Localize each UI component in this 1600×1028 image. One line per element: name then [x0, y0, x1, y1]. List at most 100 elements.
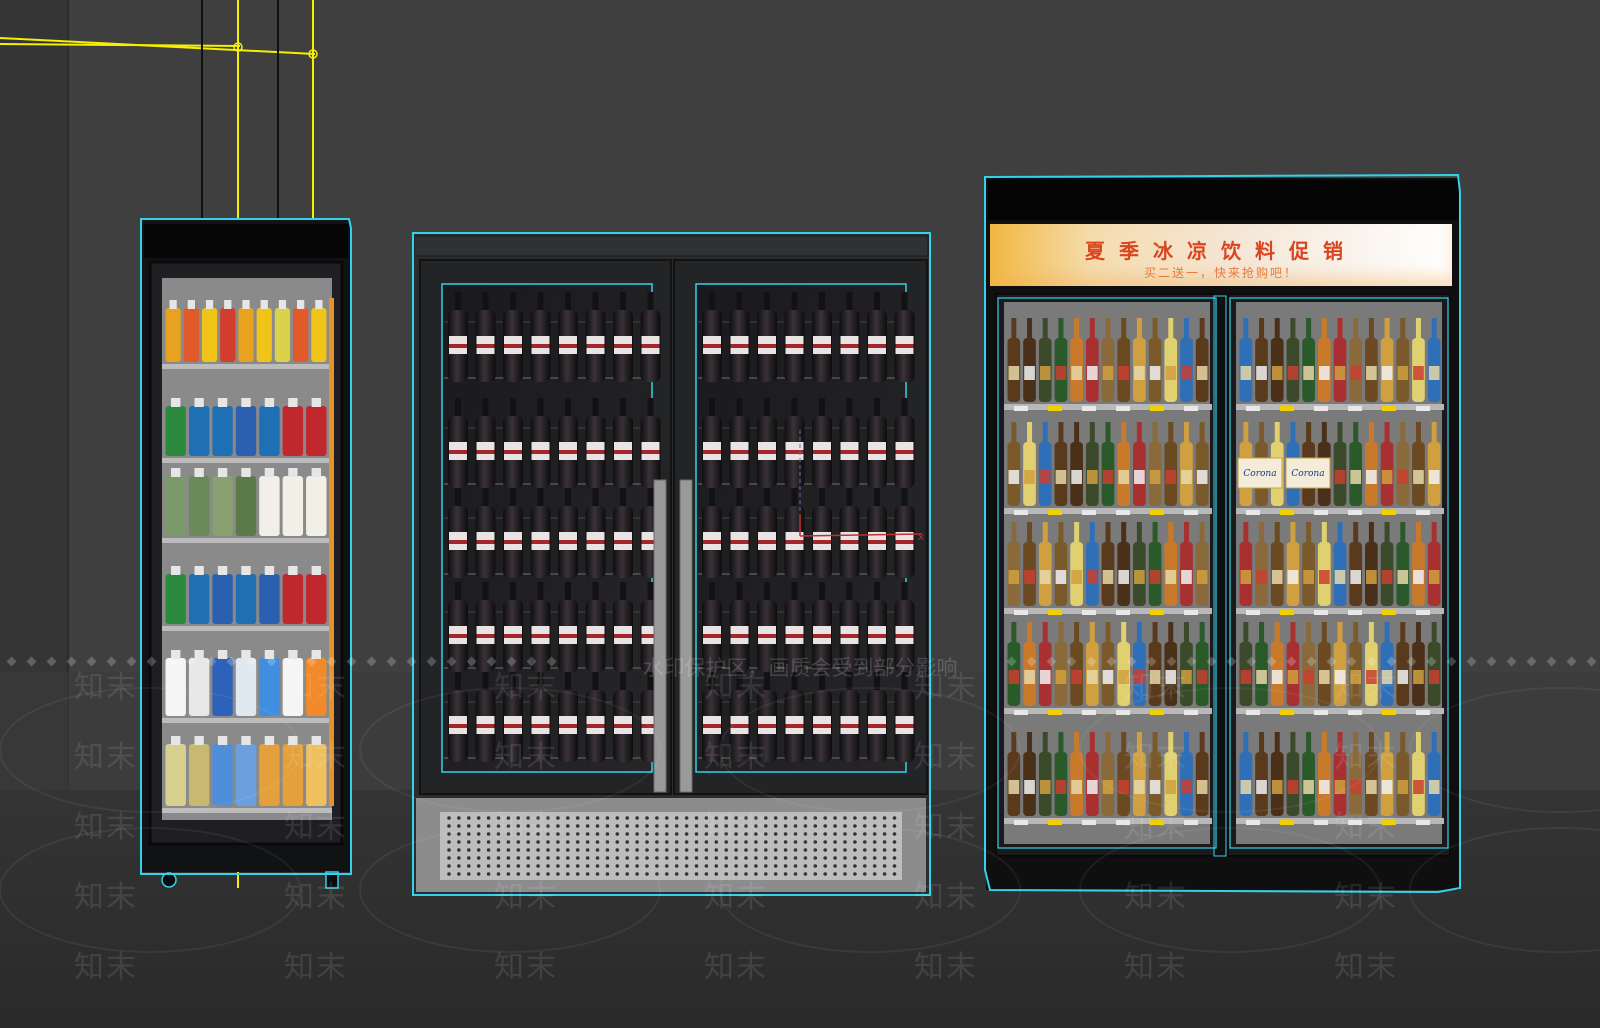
vent-hole [556, 824, 560, 828]
beer-bottle-neck [1274, 732, 1280, 754]
beer-bottle-neck [1353, 422, 1359, 444]
beer-bottle-neck [1058, 732, 1064, 754]
wine-bottle-neck [846, 488, 853, 508]
wine-label-band [730, 540, 749, 544]
vent-hole [882, 848, 887, 852]
beer-bottle-neck [1306, 522, 1312, 544]
wine-cooler[interactable]: x [412, 232, 931, 896]
vent-hole [684, 840, 689, 844]
wine-bottle-neck [482, 488, 489, 508]
beer-bottle-neck [1121, 732, 1127, 754]
beer-label [1134, 780, 1145, 794]
wine-bottle-neck [846, 582, 853, 602]
beer-bottle-neck [1259, 622, 1265, 644]
wine-label-band [476, 724, 495, 728]
wine-bottle-neck [455, 582, 461, 602]
vent-hole [457, 864, 461, 868]
vent-hole [892, 872, 897, 876]
beer-bottle-neck [1400, 318, 1406, 340]
price-tag [1246, 510, 1260, 515]
beer-label [1271, 366, 1283, 380]
vent-hole [526, 832, 530, 836]
vent-hole [744, 840, 748, 844]
wine-label-band [758, 540, 776, 544]
beer-bottle-neck [1183, 318, 1189, 340]
beer-label [1303, 670, 1314, 684]
wine-label-band [504, 724, 522, 728]
vent-hole [882, 832, 887, 836]
wine-label-band [586, 724, 605, 728]
beer-label [1165, 780, 1177, 794]
beer-bottle-neck [1136, 522, 1142, 544]
price-tag [1116, 610, 1130, 615]
price-tag [1280, 406, 1294, 411]
wine-label-band [559, 634, 577, 638]
vent-hole [585, 872, 590, 876]
beer-label [1039, 366, 1051, 380]
shelf [1236, 404, 1444, 410]
beer-label [1071, 570, 1082, 584]
vent-hole [744, 848, 748, 852]
beer-bottle-neck [1105, 318, 1111, 340]
vent-hole [486, 816, 491, 820]
wine-label-band [531, 634, 550, 638]
price-tag [1416, 820, 1430, 825]
shelf [162, 458, 332, 463]
price-tag [1416, 406, 1430, 411]
beer-label [1149, 570, 1161, 584]
vent-hole [872, 872, 877, 876]
beer-bottle-neck [1168, 422, 1174, 444]
beer-bottle-neck [1105, 622, 1111, 644]
wine-bottle-neck [819, 292, 825, 312]
wine-bottle-neck [647, 582, 654, 602]
vent-hole [714, 872, 719, 876]
product-item [282, 658, 304, 716]
beer-bottle-neck [1384, 622, 1390, 644]
vent-hole [843, 848, 847, 852]
price-tag [1014, 406, 1028, 411]
cooler-top-rail [413, 235, 929, 257]
vent-hole [674, 872, 679, 876]
vent-hole [764, 856, 768, 860]
viewport-scene[interactable]: x Corona Corona [0, 0, 1600, 1028]
vent-hole [882, 840, 887, 844]
vent-hole [447, 848, 451, 852]
beer-bottle-neck [1183, 622, 1189, 644]
wine-label-band [641, 450, 660, 454]
shelf [1236, 608, 1444, 614]
beer-bottle-neck [1183, 522, 1189, 544]
beer-bottle-neck [1353, 622, 1359, 644]
shelf [1236, 818, 1444, 824]
beer-label [1086, 780, 1098, 794]
wine-label-band [449, 450, 467, 454]
wine-bottle-neck [537, 292, 544, 312]
vent-hole [585, 816, 590, 820]
product-item [201, 308, 218, 362]
beer-bottle-neck [1368, 318, 1374, 340]
vent-hole [585, 832, 590, 836]
beer-bottle-neck [1199, 732, 1205, 754]
vent-hole [793, 848, 798, 852]
vent-hole [892, 816, 897, 820]
beer-bottle-neck [1074, 522, 1080, 544]
beer-bottle-neck [1290, 732, 1296, 754]
beer-label [1366, 670, 1377, 684]
wine-label-band [559, 540, 577, 544]
3d-viewport[interactable]: x CoronaCorona 夏季冰凉饮料促销 买二送一，快来抢购吧！ 知末知末… [0, 0, 1600, 1028]
vent-hole [853, 856, 857, 860]
beer-label [1055, 470, 1067, 484]
vent-hole [694, 872, 699, 876]
vent-hole [566, 864, 570, 868]
fridge-single-door[interactable] [140, 218, 352, 889]
vent-hole [447, 864, 451, 868]
beer-bottle-neck [1243, 622, 1249, 644]
beer-label [1196, 366, 1208, 380]
wine-bottle-neck [537, 488, 544, 508]
product-cap [217, 736, 228, 745]
beer-label [1428, 670, 1440, 684]
vent-hole [863, 848, 867, 852]
beer-cooler-top-cap [988, 180, 1458, 220]
beer-label [1366, 470, 1377, 484]
vent-hole [595, 864, 600, 868]
vent-hole [575, 856, 580, 860]
